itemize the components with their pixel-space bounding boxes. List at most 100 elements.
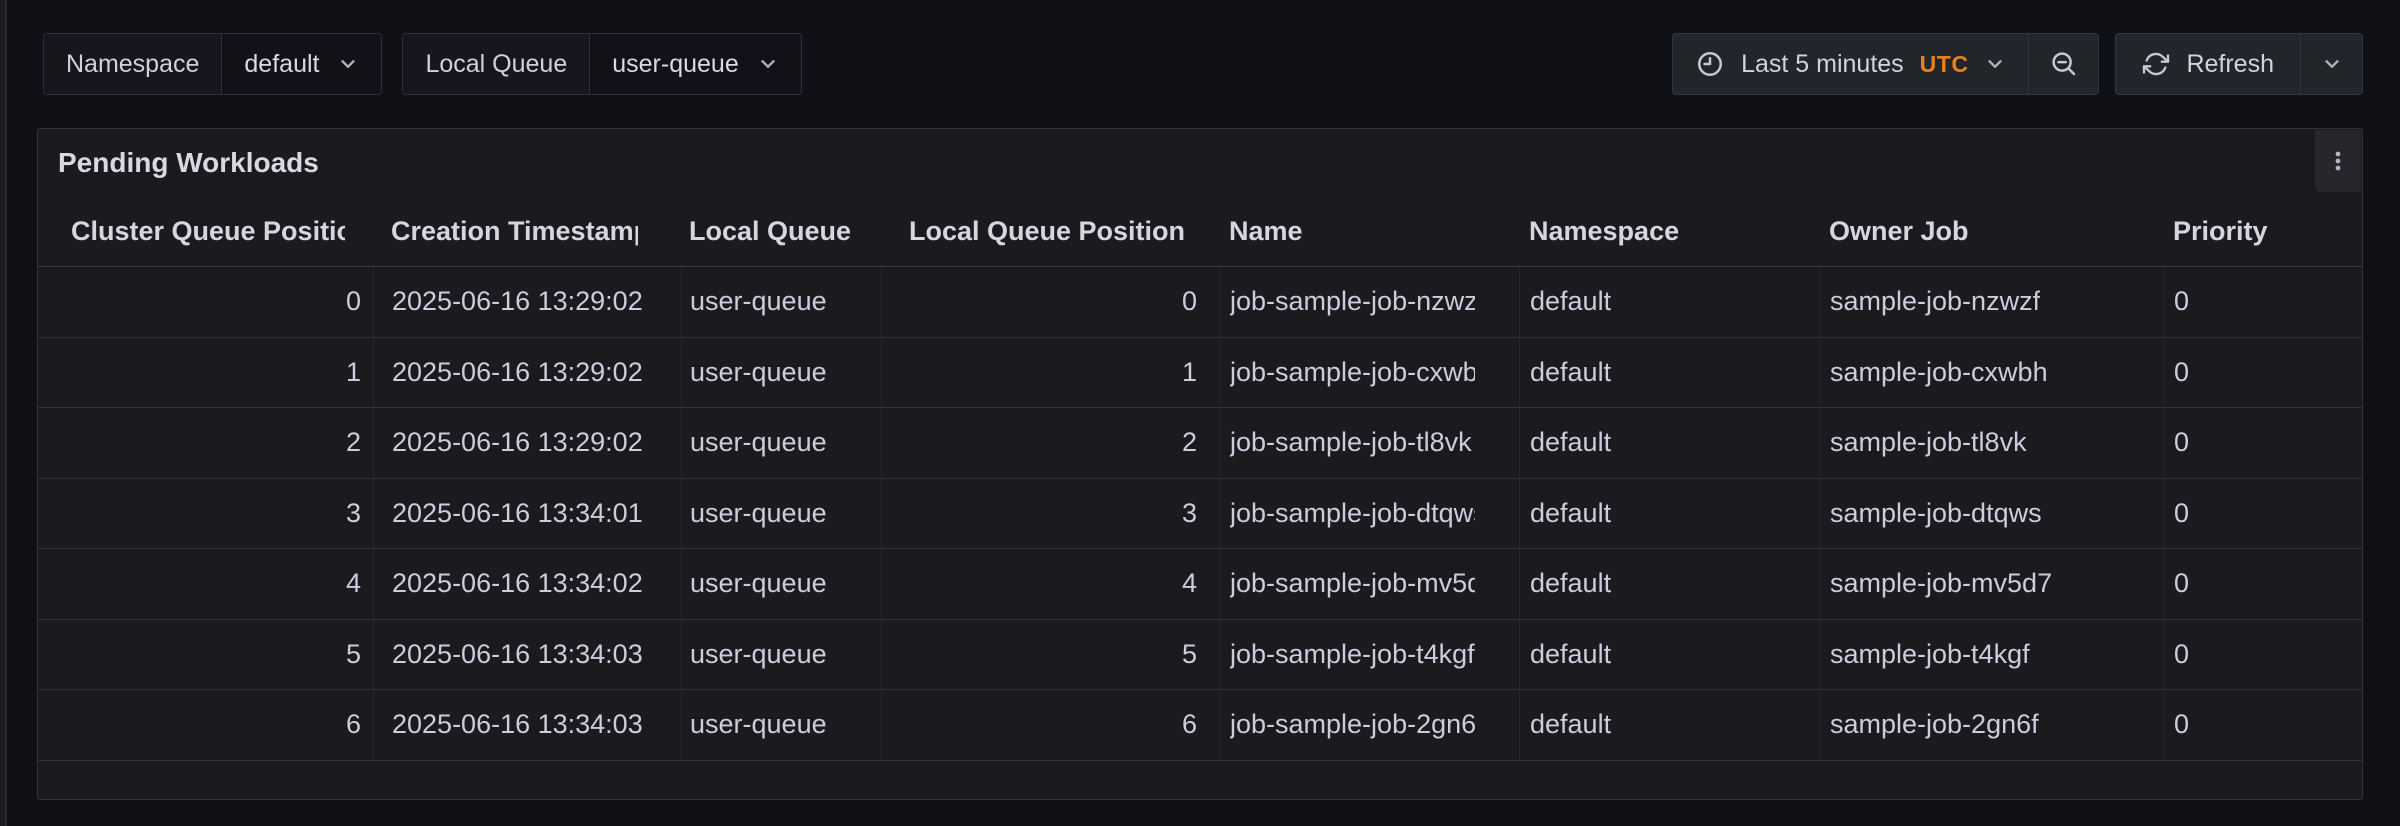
table-body: 02025-06-16 13:29:02user-queue0job-sampl… <box>38 267 2362 761</box>
panel-header: Pending Workloads <box>38 129 2362 197</box>
table-row: 12025-06-16 13:29:02user-queue1job-sampl… <box>38 338 2362 409</box>
table-cell: default <box>1519 620 1819 690</box>
zoom-out-button[interactable] <box>2028 34 2098 94</box>
column-header[interactable]: Cluster Queue Position <box>38 197 373 266</box>
table-cell: job-sample-job-mv5d7 <box>1219 549 1519 619</box>
table-row: 32025-06-16 13:34:01user-queue3job-sampl… <box>38 479 2362 550</box>
refresh-label: Refresh <box>2186 50 2274 79</box>
local-queue-variable: Local Queue user-queue <box>402 33 801 95</box>
table-cell: job-sample-job-t4kgf <box>1219 620 1519 690</box>
table-cell: sample-job-cxwbh <box>1819 338 2163 408</box>
table-row: 02025-06-16 13:29:02user-queue0job-sampl… <box>38 267 2362 338</box>
refresh-button[interactable]: Refresh <box>2116 34 2300 94</box>
table-cell: user-queue <box>681 620 881 690</box>
chevron-down-icon <box>1984 53 2006 75</box>
table-cell: default <box>1519 690 1819 760</box>
table-cell: 0 <box>2163 408 2362 478</box>
table-cell: 2025-06-16 13:34:03 <box>373 620 681 690</box>
table-cell: job-sample-job-dtqws <box>1219 479 1519 549</box>
table-cell: sample-job-tl8vk <box>1819 408 2163 478</box>
chevron-down-icon <box>2321 53 2343 75</box>
table-cell: 4 <box>881 549 1219 619</box>
table-cell: sample-job-t4kgf <box>1819 620 2163 690</box>
table-cell: default <box>1519 408 1819 478</box>
table-cell: 2025-06-16 13:29:02 <box>373 408 681 478</box>
table-cell: 5 <box>881 620 1219 690</box>
column-header[interactable]: Owner Job <box>1819 197 2163 266</box>
table-cell: job-sample-job-cxwbh <box>1219 338 1519 408</box>
zoom-out-icon <box>2049 49 2079 79</box>
table-row: 42025-06-16 13:34:02user-queue4job-sampl… <box>38 549 2362 620</box>
table-cell: user-queue <box>681 690 881 760</box>
chevron-down-icon <box>337 53 359 75</box>
time-controls: Last 5 minutes UTC Refresh <box>1672 33 2363 95</box>
sidebar-edge <box>0 0 7 826</box>
table-cell: user-queue <box>681 479 881 549</box>
panel-menu-button[interactable] <box>2315 130 2361 192</box>
column-header[interactable]: Creation Timestamp <box>373 197 681 266</box>
pending-workloads-panel: Pending Workloads Cluster Queue Position… <box>37 128 2363 800</box>
table-cell: 2 <box>881 408 1219 478</box>
time-range-picker[interactable]: Last 5 minutes UTC <box>1673 34 2028 94</box>
local-queue-variable-picker[interactable]: user-queue <box>590 34 800 94</box>
table-cell: default <box>1519 267 1819 337</box>
column-header[interactable]: Namespace <box>1519 197 1819 266</box>
local-queue-variable-value: user-queue <box>612 50 738 79</box>
table-cell: job-sample-job-2gn6f <box>1219 690 1519 760</box>
table-cell: default <box>1519 549 1819 619</box>
kebab-menu-icon <box>2325 148 2351 174</box>
table-cell: sample-job-nzwzf <box>1819 267 2163 337</box>
table-cell: 3 <box>38 479 373 549</box>
table-cell: 1 <box>38 338 373 408</box>
time-range-label: Last 5 minutes <box>1741 50 1904 79</box>
table-cell: 1 <box>881 338 1219 408</box>
variables-toolbar: Namespace default Local Queue user-queue <box>43 33 802 95</box>
namespace-variable-picker[interactable]: default <box>222 34 381 94</box>
refresh-interval-dropdown[interactable] <box>2300 34 2362 94</box>
refresh-icon <box>2142 50 2170 78</box>
table-cell: 2025-06-16 13:34:02 <box>373 549 681 619</box>
table-row: 22025-06-16 13:29:02user-queue2job-sampl… <box>38 408 2362 479</box>
table-cell: 6 <box>38 690 373 760</box>
table-cell: 0 <box>2163 620 2362 690</box>
table-cell: 0 <box>881 267 1219 337</box>
namespace-variable: Namespace default <box>43 33 382 95</box>
table-cell: 3 <box>881 479 1219 549</box>
column-header[interactable]: Priority <box>2163 197 2362 266</box>
table-cell: 2025-06-16 13:34:01 <box>373 479 681 549</box>
column-header[interactable]: Local Queue Position <box>881 197 1219 266</box>
table-cell: 2025-06-16 13:29:02 <box>373 267 681 337</box>
panel-title: Pending Workloads <box>58 147 319 179</box>
table-row: 62025-06-16 13:34:03user-queue6job-sampl… <box>38 690 2362 761</box>
table-cell: sample-job-2gn6f <box>1819 690 2163 760</box>
table-cell: sample-job-mv5d7 <box>1819 549 2163 619</box>
table-cell: 0 <box>2163 338 2362 408</box>
table-row: 52025-06-16 13:34:03user-queue5job-sampl… <box>38 620 2362 691</box>
column-header[interactable]: Name <box>1219 197 1519 266</box>
table-cell: 5 <box>38 620 373 690</box>
column-header[interactable]: Local Queue <box>681 197 881 266</box>
table-cell: 0 <box>2163 690 2362 760</box>
table-cell: default <box>1519 338 1819 408</box>
table-cell: 2025-06-16 13:29:02 <box>373 338 681 408</box>
table-cell: 0 <box>2163 549 2362 619</box>
refresh-group: Refresh <box>2115 33 2363 95</box>
local-queue-variable-label: Local Queue <box>403 34 590 94</box>
table-cell: default <box>1519 479 1819 549</box>
table-cell: 0 <box>2163 479 2362 549</box>
table-cell: sample-job-dtqws <box>1819 479 2163 549</box>
clock-icon <box>1695 49 1725 79</box>
table-cell: 4 <box>38 549 373 619</box>
chevron-down-icon <box>757 53 779 75</box>
table-cell: 2 <box>38 408 373 478</box>
table-cell: 0 <box>2163 267 2362 337</box>
table-cell: user-queue <box>681 408 881 478</box>
table-cell: user-queue <box>681 267 881 337</box>
table-cell: 0 <box>38 267 373 337</box>
table-cell: 2025-06-16 13:34:03 <box>373 690 681 760</box>
namespace-variable-value: default <box>244 50 319 79</box>
timezone-badge: UTC <box>1920 51 1969 78</box>
table-cell: user-queue <box>681 549 881 619</box>
namespace-variable-label: Namespace <box>44 34 222 94</box>
time-picker-group: Last 5 minutes UTC <box>1672 33 2099 95</box>
